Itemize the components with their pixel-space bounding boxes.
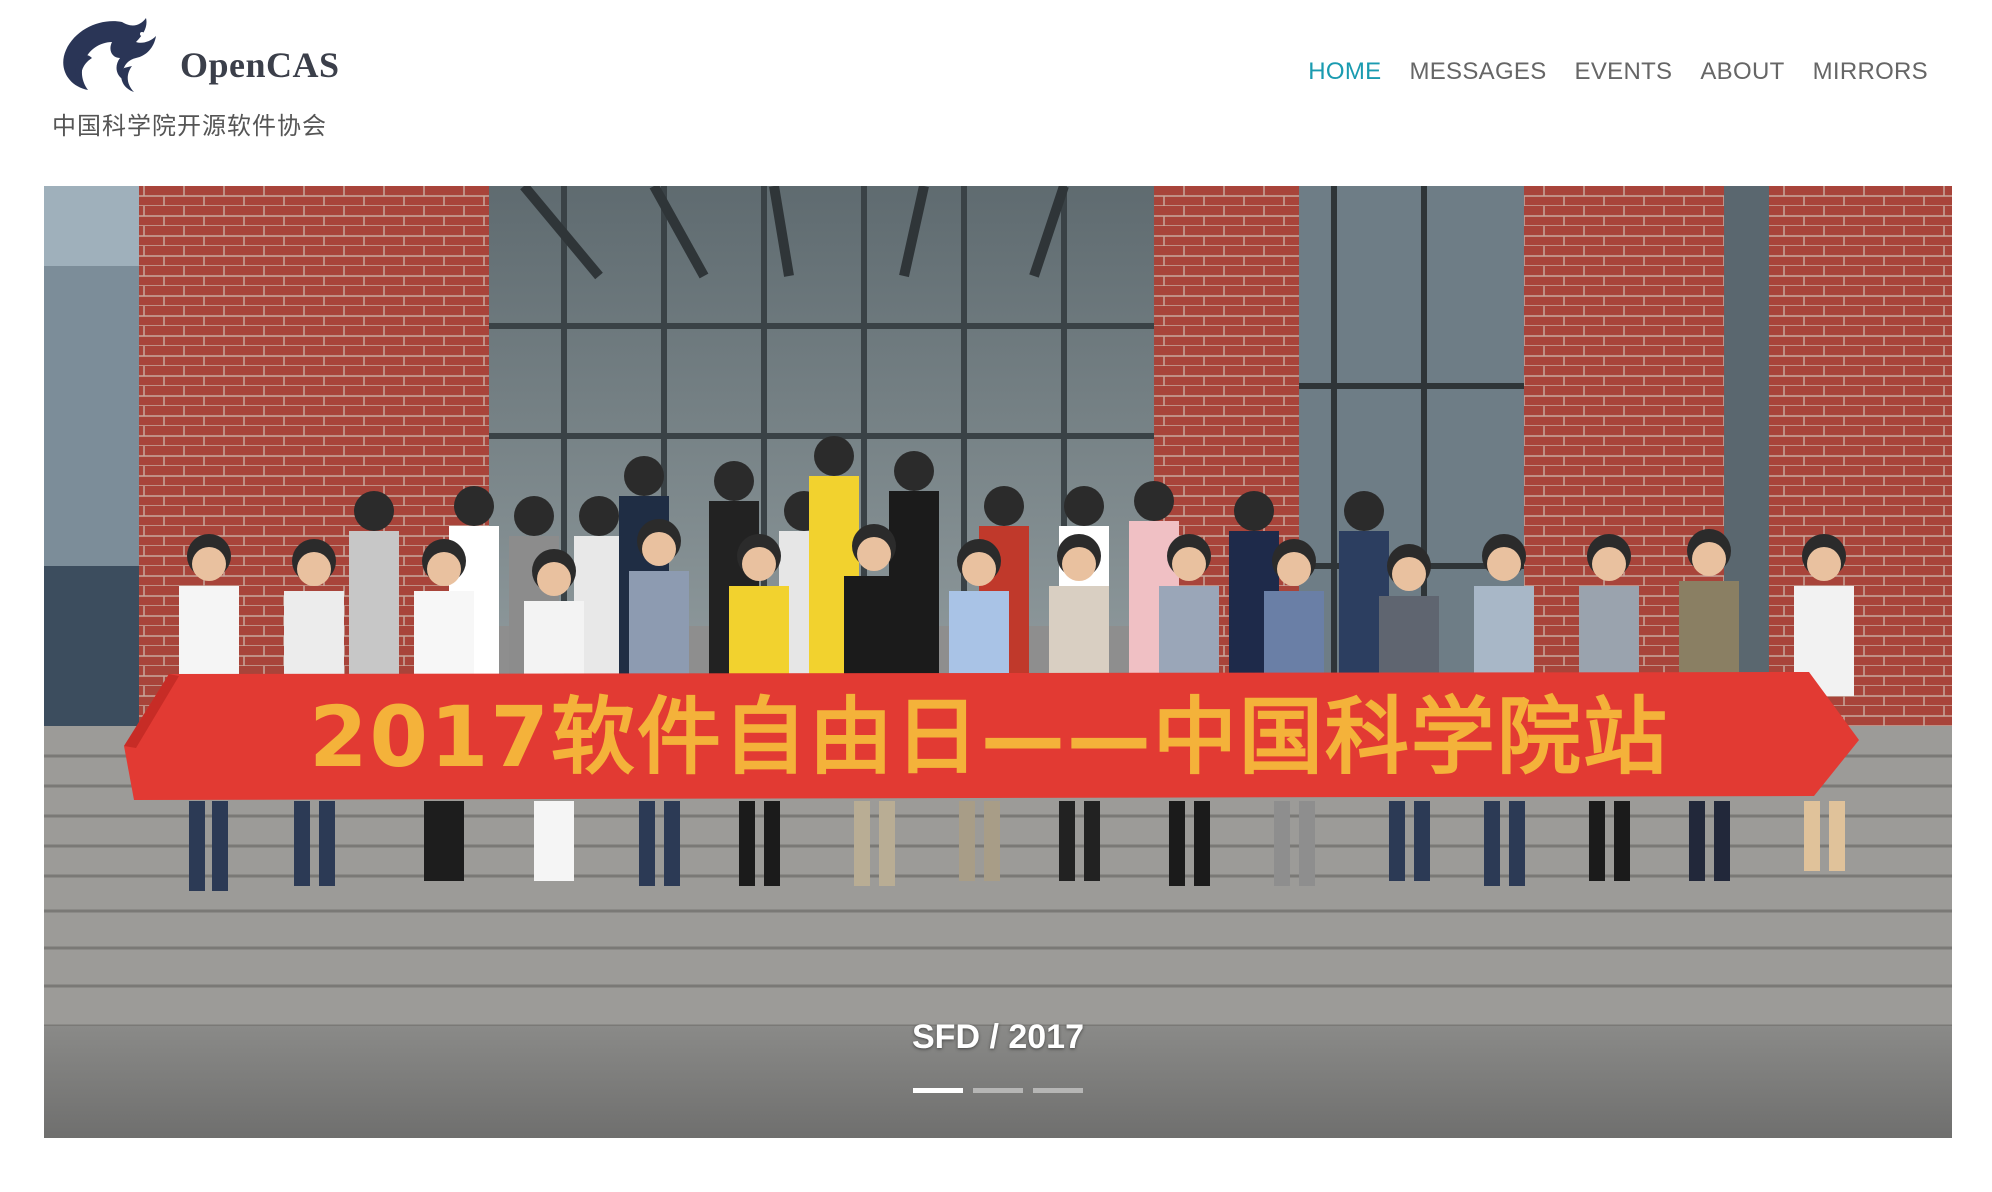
nav-item-about[interactable]: ABOUT <box>1700 56 1784 88</box>
main-nav: HOME MESSAGES EVENTS ABOUT MIRRORS <box>1308 56 1928 88</box>
group-photo: 2017软件自由日——中国科学院站 <box>44 186 1952 1138</box>
banner-text: 2017软件自由日——中国科学院站 <box>309 688 1669 786</box>
hero-carousel[interactable]: 2017软件自由日——中国科学院站 SFD / 2017 <box>44 186 1952 1138</box>
carousel-indicator-3[interactable] <box>1033 1088 1083 1093</box>
site-header: OpenCAS 中国科学院开源软件协会 HOME MESSAGES EVENTS… <box>0 0 1992 186</box>
brand-subtitle: 中国科学院开源软件协会 <box>52 112 327 140</box>
brand-name: OpenCAS <box>180 45 340 85</box>
nav-item-messages[interactable]: MESSAGES <box>1409 56 1546 88</box>
page: OpenCAS 中国科学院开源软件协会 HOME MESSAGES EVENTS… <box>0 0 1992 1192</box>
nav-item-events[interactable]: EVENTS <box>1575 56 1673 88</box>
carousel-indicator-2[interactable] <box>973 1088 1023 1093</box>
nav-item-home[interactable]: HOME <box>1308 56 1381 88</box>
carousel-indicator-1[interactable] <box>913 1088 963 1093</box>
brand-logo-link[interactable]: OpenCAS 中国科学院开源软件协会 <box>52 14 372 144</box>
carousel-indicators <box>44 1088 1952 1093</box>
carousel-caption: SFD / 2017 <box>912 1018 1084 1056</box>
nav-item-mirrors[interactable]: MIRRORS <box>1813 56 1928 88</box>
dragon-logo-icon <box>63 18 156 92</box>
